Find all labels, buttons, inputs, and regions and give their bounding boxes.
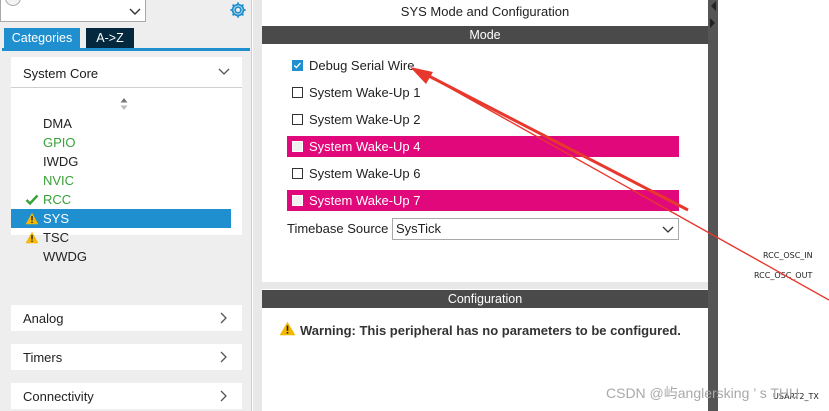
- timebase-label: Timebase Source: [287, 221, 389, 236]
- search-combobox[interactable]: [0, 0, 146, 22]
- gear-icon[interactable]: [229, 1, 247, 19]
- category-label: Connectivity: [23, 389, 94, 404]
- chevron-down-icon: [662, 226, 674, 233]
- chevron-down-icon[interactable]: [127, 4, 143, 18]
- option-label: System Wake-Up 6: [309, 166, 421, 181]
- peripheral-label: DMA: [43, 116, 72, 131]
- option-system-wakeup-6[interactable]: System Wake-Up 6: [287, 163, 679, 184]
- peripheral-label: NVIC: [43, 173, 75, 188]
- tab-underline: [2, 48, 250, 51]
- peripheral-item-rcc[interactable]: RCC: [11, 190, 231, 209]
- category-system-core[interactable]: System Core: [23, 66, 98, 81]
- option-debug-serial-wire[interactable]: Debug Serial Wire: [287, 55, 679, 76]
- option-system-wakeup-7[interactable]: System Wake-Up 7: [287, 190, 679, 211]
- option-system-wakeup-2[interactable]: System Wake-Up 2: [287, 109, 679, 130]
- chevron-right-icon: [220, 351, 227, 363]
- splitter-bar[interactable]: [708, 0, 718, 411]
- option-label: System Wake-Up 7: [309, 193, 421, 208]
- checkbox[interactable]: [292, 114, 303, 125]
- checkbox[interactable]: [292, 60, 303, 71]
- search-icon: [5, 0, 21, 6]
- warning-message: Warning: This peripheral has no paramete…: [300, 323, 681, 338]
- tab-categories[interactable]: Categories: [4, 28, 80, 49]
- checkbox[interactable]: [292, 87, 303, 98]
- configuration-header: Configuration: [262, 290, 708, 308]
- category-timers[interactable]: Timers: [11, 344, 242, 370]
- option-system-wakeup-1[interactable]: System Wake-Up 1: [287, 82, 679, 103]
- checkbox[interactable]: [292, 195, 303, 206]
- sort-icon[interactable]: [119, 97, 129, 111]
- chevron-right-icon: [220, 312, 227, 324]
- warning-icon: [25, 212, 39, 225]
- category-label: Timers: [23, 350, 63, 365]
- peripheral-item-gpio[interactable]: GPIO: [11, 133, 231, 152]
- peripheral-item-nvic[interactable]: NVIC: [11, 171, 231, 190]
- peripheral-label: IWDG: [43, 154, 79, 169]
- checkbox[interactable]: [292, 141, 303, 152]
- option-label: System Wake-Up 4: [309, 139, 421, 154]
- timebase-value: SysTick: [396, 221, 442, 236]
- peripheral-label: SYS: [43, 211, 70, 226]
- category-analog[interactable]: Analog: [11, 305, 242, 331]
- option-label: System Wake-Up 1: [309, 85, 421, 100]
- peripheral-label: WWDG: [43, 249, 88, 264]
- option-label: System Wake-Up 2: [309, 112, 421, 127]
- peripheral-item-dma[interactable]: DMA: [11, 114, 231, 133]
- timebase-select[interactable]: SysTick: [392, 218, 679, 240]
- mode-header: Mode: [262, 26, 708, 44]
- pin-label-osc-out: RCC_OSC_OUT: [754, 271, 813, 280]
- divider: [11, 87, 242, 88]
- peripheral-item-iwdg[interactable]: IWDG: [11, 152, 231, 171]
- pin-label-osc-in: RCC_OSC_IN: [763, 251, 813, 260]
- chevron-right-icon: [220, 390, 227, 402]
- check-icon: [293, 62, 301, 69]
- checkbox[interactable]: [292, 168, 303, 179]
- peripheral-item-sys[interactable]: SYS: [11, 209, 231, 228]
- watermark: CSDN @屿anglersking ’ s THU: [606, 385, 800, 401]
- peripheral-item-tsc[interactable]: TSC: [11, 228, 231, 247]
- peripheral-label: RCC: [43, 192, 72, 207]
- category-connectivity[interactable]: Connectivity: [11, 383, 242, 409]
- collapse-arrows-icon[interactable]: [708, 0, 718, 30]
- chevron-down-icon[interactable]: [217, 66, 231, 78]
- option-system-wakeup-4[interactable]: System Wake-Up 4: [287, 136, 679, 157]
- peripheral-item-wwdg[interactable]: WWDG: [11, 247, 231, 266]
- tab-a-to-z[interactable]: A->Z: [86, 28, 134, 49]
- peripheral-label: GPIO: [43, 135, 76, 150]
- check-icon: [25, 194, 39, 206]
- warning-icon: [25, 231, 39, 244]
- option-label: Debug Serial Wire: [309, 58, 415, 73]
- warning-icon: [279, 321, 296, 336]
- peripheral-label: TSC: [43, 230, 69, 245]
- panel-title: SYS Mode and Configuration: [400, 4, 570, 19]
- category-label: Analog: [23, 311, 64, 326]
